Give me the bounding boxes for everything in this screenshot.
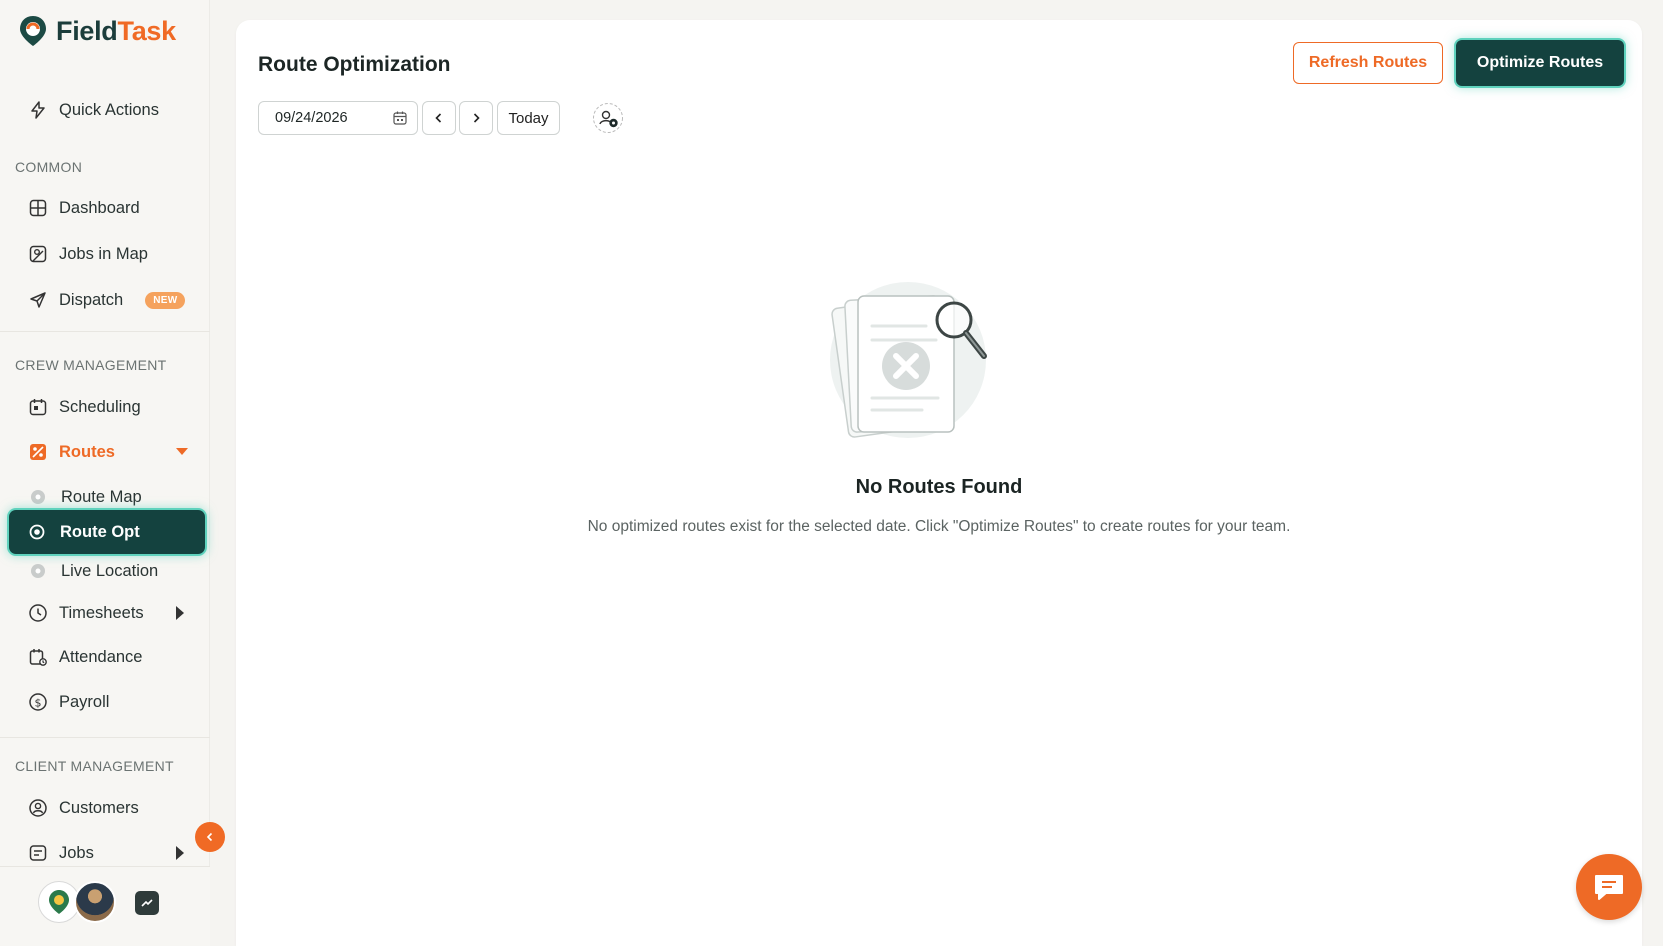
company-logo-icon bbox=[49, 890, 69, 914]
sidebar-item-label: Quick Actions bbox=[59, 100, 159, 119]
optimize-routes-button[interactable]: Optimize Routes bbox=[1456, 40, 1624, 86]
page-title: Route Optimization bbox=[258, 53, 451, 76]
dot-icon bbox=[30, 489, 46, 505]
date-picker-input[interactable]: 09/24/2026 bbox=[258, 101, 418, 135]
refresh-routes-button[interactable]: Refresh Routes bbox=[1293, 42, 1443, 84]
lightning-icon bbox=[28, 100, 48, 120]
analytics-button[interactable] bbox=[135, 891, 159, 915]
payroll-icon: $ bbox=[28, 692, 48, 712]
customer-icon bbox=[28, 798, 48, 818]
user-settings-icon bbox=[593, 103, 623, 133]
sidebar-item-label: Route Opt bbox=[60, 522, 140, 541]
sidebar-item-dispatch[interactable]: Dispatch NEW bbox=[14, 281, 204, 319]
main-panel: Route Optimization Refresh Routes Optimi… bbox=[236, 20, 1642, 946]
chevron-right-icon bbox=[176, 606, 184, 620]
sidebar-item-attendance[interactable]: Attendance bbox=[14, 638, 204, 676]
sidebar-item-label: Dashboard bbox=[59, 198, 140, 217]
calendar-icon[interactable] bbox=[393, 111, 407, 125]
crew-filter-button[interactable] bbox=[592, 102, 624, 134]
today-button[interactable]: Today bbox=[497, 101, 560, 135]
empty-state-title: No Routes Found bbox=[855, 476, 1023, 498]
sidebar-item-jobs-in-map[interactable]: Jobs in Map bbox=[14, 235, 204, 273]
sidebar: FieldTask Quick Actions COMMON Dashboard… bbox=[0, 0, 210, 946]
sidebar-footer bbox=[0, 866, 210, 946]
trend-icon bbox=[141, 899, 153, 907]
attendance-icon bbox=[28, 647, 48, 667]
jobs-icon bbox=[28, 843, 48, 863]
chat-icon bbox=[1595, 875, 1623, 900]
new-badge: NEW bbox=[145, 291, 186, 309]
divider bbox=[0, 331, 210, 332]
no-results-illustration bbox=[830, 282, 987, 438]
section-label-crew: CREW MANAGEMENT bbox=[15, 357, 167, 373]
calendar-icon bbox=[28, 397, 48, 417]
sidebar-item-customers[interactable]: Customers bbox=[14, 789, 204, 827]
sidebar-item-label: Jobs bbox=[59, 843, 94, 862]
map-icon bbox=[28, 244, 48, 264]
sidebar-item-label: Jobs in Map bbox=[59, 244, 148, 263]
chevron-down-icon bbox=[176, 448, 188, 455]
sidebar-item-timesheets[interactable]: Timesheets bbox=[14, 594, 204, 632]
svg-text:$: $ bbox=[35, 697, 42, 710]
clock-icon bbox=[28, 603, 48, 623]
dot-icon bbox=[30, 563, 46, 579]
sidebar-item-routes[interactable]: Routes bbox=[14, 433, 204, 471]
date-value: 09/24/2026 bbox=[275, 110, 348, 126]
chevron-left-icon bbox=[206, 832, 213, 842]
collapse-sidebar-button[interactable] bbox=[195, 822, 225, 852]
section-label-common: COMMON bbox=[15, 159, 83, 175]
brand-name: FieldTask bbox=[56, 15, 176, 46]
sidebar-item-live-location[interactable]: Live Location bbox=[14, 552, 204, 590]
sidebar-item-label: Live Location bbox=[61, 561, 159, 580]
sidebar-item-label: Timesheets bbox=[59, 603, 144, 622]
section-label-client: CLIENT MANAGEMENT bbox=[15, 758, 174, 774]
route-icon bbox=[28, 442, 48, 462]
target-icon bbox=[29, 524, 45, 540]
sidebar-item-label: Dispatch bbox=[59, 290, 124, 309]
previous-day-button[interactable] bbox=[422, 101, 456, 135]
sidebar-item-label: Route Map bbox=[61, 487, 142, 506]
sidebar-item-label: Attendance bbox=[59, 647, 143, 666]
sidebar-item-dashboard[interactable]: Dashboard bbox=[14, 189, 204, 227]
sidebar-item-scheduling[interactable]: Scheduling bbox=[14, 388, 204, 426]
chevron-right-icon bbox=[473, 113, 480, 123]
chevron-right-icon bbox=[176, 846, 184, 860]
chevron-left-icon bbox=[435, 113, 442, 123]
sidebar-item-label: Scheduling bbox=[59, 397, 141, 416]
empty-state-description: No optimized routes exist for the select… bbox=[587, 518, 1291, 535]
sidebar-item-route-opt[interactable]: Route Opt bbox=[9, 510, 205, 554]
sidebar-item-label: Routes bbox=[59, 442, 115, 461]
sidebar-item-label: Customers bbox=[59, 798, 139, 817]
divider bbox=[0, 737, 210, 738]
logo-icon bbox=[20, 16, 46, 46]
sidebar-item-payroll[interactable]: $ Payroll bbox=[14, 683, 204, 721]
next-day-button[interactable] bbox=[459, 101, 493, 135]
sidebar-item-quick-actions[interactable]: Quick Actions bbox=[14, 91, 204, 129]
dashboard-icon bbox=[28, 198, 48, 218]
brand-logo[interactable]: FieldTask bbox=[18, 14, 176, 48]
user-avatar[interactable] bbox=[74, 881, 116, 923]
chat-support-button[interactable] bbox=[1576, 854, 1642, 920]
send-icon bbox=[28, 290, 48, 310]
sidebar-item-label: Payroll bbox=[59, 692, 110, 711]
